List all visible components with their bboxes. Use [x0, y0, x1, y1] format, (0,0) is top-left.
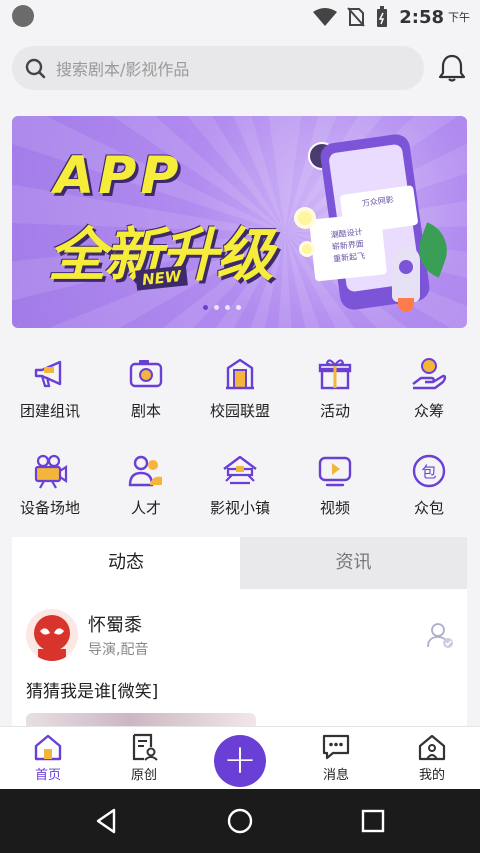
gift-icon	[318, 359, 352, 390]
bottom-nav: 首页 原创 + 消息 我的	[0, 726, 480, 789]
search-placeholder: 搜索剧本/影视作品	[56, 60, 190, 79]
pager-dot[interactable]	[225, 305, 230, 310]
status-right: 2:58 下午	[313, 6, 470, 28]
follow-user-icon[interactable]	[426, 621, 454, 649]
category-label: 设备场地	[19, 499, 80, 517]
category-item-video[interactable]: 视频	[287, 443, 383, 533]
nav-original[interactable]: 原创	[114, 733, 174, 783]
category-label: 活动	[319, 402, 350, 420]
flower-icon	[302, 244, 312, 254]
message-icon	[322, 734, 350, 760]
people-icon	[128, 455, 162, 487]
promo-banner[interactable]: APP 全新升级 NEW 万众网影 潮酷设计 崭新界面 重新起飞	[12, 116, 467, 328]
bag-icon: 包	[412, 454, 446, 488]
status-ampm: 下午	[448, 11, 470, 24]
nav-home[interactable]: 首页	[18, 733, 78, 783]
status-time: 2:58	[399, 6, 444, 28]
category-item-events[interactable]: 活动	[287, 346, 383, 436]
banner-pager	[203, 305, 241, 310]
spiderman-avatar-icon	[34, 615, 70, 661]
home-circle-icon[interactable]	[224, 805, 256, 837]
pager-dot[interactable]	[236, 305, 241, 310]
category-item-script[interactable]: 剧本	[98, 346, 194, 436]
category-label: 视频	[319, 499, 350, 517]
wifi-icon	[313, 8, 338, 26]
nav-original-label: 原创	[130, 768, 157, 783]
tab-news[interactable]: 资讯	[240, 537, 467, 589]
nav-mine-label: 我的	[418, 768, 445, 783]
nav-mine[interactable]: 我的	[402, 733, 462, 783]
post-roles: 导演,配音	[88, 642, 149, 658]
category-item-team[interactable]: 团建组讯	[2, 346, 98, 436]
category-label: 众包	[413, 499, 444, 517]
recents-icon[interactable]	[357, 805, 389, 837]
rocket-icon	[392, 246, 420, 312]
play-icon	[318, 456, 352, 487]
nav-home-label: 首页	[34, 768, 61, 783]
post-author[interactable]: 怀蜀黍	[88, 611, 142, 637]
avatar[interactable]	[26, 609, 78, 661]
category-item-talent[interactable]: 人才	[98, 443, 194, 533]
category-item-campus[interactable]: 校园联盟	[192, 346, 288, 436]
category-item-crowdfund[interactable]: 众筹	[381, 346, 477, 436]
camera-icon	[129, 360, 163, 388]
nav-messages[interactable]: 消息	[306, 733, 366, 783]
document-icon	[132, 733, 158, 761]
banner-headline: APP	[54, 146, 183, 206]
category-label: 校园联盟	[209, 402, 270, 420]
category-item-town[interactable]: 影视小镇	[192, 443, 288, 533]
post-text: 猜猜我是谁[微笑]	[26, 682, 159, 702]
status-bar: 2:58 下午	[0, 0, 480, 34]
home-icon	[34, 734, 62, 761]
building-icon	[226, 358, 254, 390]
category-item-crowdsource[interactable]: 包 众包	[381, 443, 477, 533]
notification-dot-icon	[12, 5, 34, 27]
category-label: 影视小镇	[209, 499, 270, 517]
tab-feed[interactable]: 动态	[12, 537, 240, 589]
search-icon	[25, 58, 46, 79]
no-sim-icon	[347, 7, 365, 27]
pager-dot[interactable]	[203, 305, 208, 310]
megaphone-icon	[34, 360, 62, 388]
svg-text:包: 包	[421, 463, 436, 481]
banner-card: 潮酷设计 崭新界面 重新起飞	[308, 212, 388, 282]
search-input[interactable]: 搜索剧本/影视作品	[12, 46, 424, 90]
category-label: 剧本	[130, 402, 161, 420]
feed-panel: 动态 资讯 怀蜀黍 导演,配音 猜猜我是谁[微笑]	[12, 537, 467, 737]
coin-hand-icon	[412, 358, 447, 390]
battery-icon	[377, 6, 388, 27]
pager-dot[interactable]	[214, 305, 219, 310]
flower-icon	[298, 211, 312, 225]
system-nav-bar	[0, 789, 480, 853]
category-label: 人才	[130, 499, 161, 517]
bell-icon[interactable]	[436, 52, 468, 84]
town-icon	[223, 455, 257, 485]
back-icon[interactable]	[90, 805, 122, 837]
category-item-equipment[interactable]: 设备场地	[2, 443, 98, 533]
house-user-icon	[418, 734, 446, 761]
nav-messages-label: 消息	[322, 768, 349, 783]
video-camera-icon	[34, 454, 68, 489]
category-label: 团建组讯	[19, 402, 80, 420]
category-label: 众筹	[413, 402, 444, 420]
add-button[interactable]: +	[214, 735, 266, 787]
